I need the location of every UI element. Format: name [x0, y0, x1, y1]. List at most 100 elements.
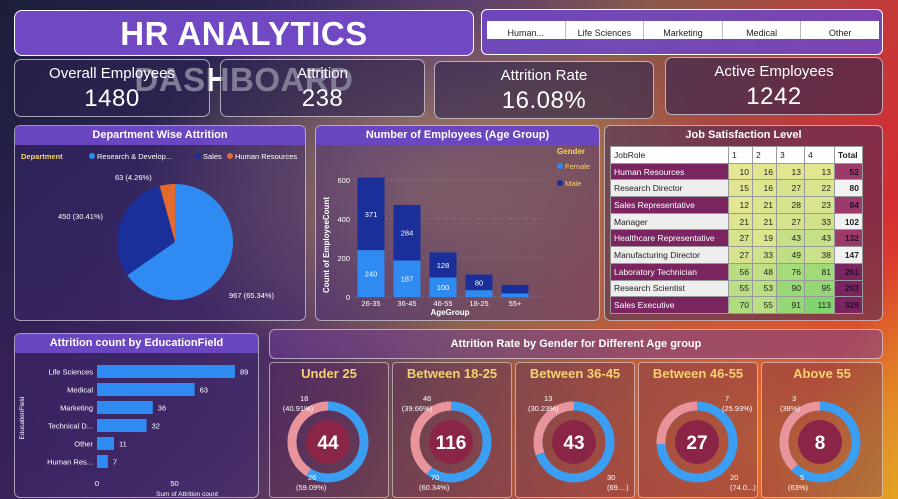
- table-row: Research Scientist 55 53 90 95 293: [610, 279, 863, 298]
- legend-label-female: Female: [565, 162, 590, 171]
- x-tick-label: 55+: [509, 299, 522, 308]
- donut-chart: 43 13(30.23%) 30(69....): [528, 394, 629, 492]
- education-field-slicer[interactable]: Human... Life Sciences Marketing Medical…: [481, 9, 883, 55]
- bar[interactable]: [97, 401, 153, 414]
- y-tick-label: 400: [337, 215, 350, 224]
- legend-label-male: Male: [565, 179, 581, 188]
- kpi-label: Overall Employees: [49, 65, 175, 82]
- gender-donut-card: Under 25 44 18 (40.91%) 26 (59.09%): [269, 362, 389, 498]
- bar-value-label: 36: [158, 404, 166, 413]
- table-row: Laboratory Technician 56 48 76 81 261: [610, 262, 863, 281]
- rating-cell: 33: [804, 212, 835, 231]
- donut-label-a-count: 18: [300, 394, 308, 403]
- legend-dot-research: [89, 153, 95, 159]
- rating-cell: 21: [752, 196, 777, 214]
- donut-total: 43: [563, 433, 584, 454]
- kpi-label: Attrition Rate: [500, 67, 588, 84]
- x-ticks: 0 50: [95, 479, 179, 488]
- job-role-cell: Human Resources: [610, 162, 729, 181]
- bar[interactable]: [97, 419, 147, 432]
- bar-value-label: 63: [200, 386, 208, 395]
- slicer-item[interactable]: Other: [801, 21, 879, 39]
- rating-cell: 70: [728, 296, 753, 314]
- kpi-value: 238: [301, 85, 344, 112]
- x-axis-label: AgeGroup: [430, 308, 469, 317]
- bar[interactable]: [97, 365, 235, 378]
- table-row: Sales Representative 12 21 28 23 84: [610, 196, 863, 214]
- kpi-attrition-rate: Attrition Rate 16.08%: [434, 61, 654, 119]
- donut-label-a-pct: (38%): [780, 404, 801, 413]
- department-pie-chart: Department Research & Develop... Sales H…: [21, 152, 297, 300]
- donut-label-a-pct: (40.91%): [283, 404, 314, 413]
- total-cell: 261: [834, 262, 863, 281]
- total-cell: 293: [834, 279, 863, 298]
- kpi-attrition: Attrition 238: [220, 59, 425, 117]
- rating-cell: 13: [776, 162, 805, 181]
- x-ticks: 26-35 36-45 46-55 18-25 55+: [361, 299, 522, 308]
- slicer-item[interactable]: Life Sciences: [566, 21, 645, 39]
- rating-cell: 22: [804, 179, 835, 198]
- donut-label-b-pct: (63%): [788, 483, 809, 492]
- y-tick-label: Medical: [67, 386, 93, 395]
- pie-label-research: 967 (65.34%): [229, 291, 275, 300]
- bar-female[interactable]: [501, 293, 529, 297]
- x-tick-label: 46-55: [433, 299, 452, 308]
- legend-title: Gender: [557, 147, 585, 156]
- rating-cell: 13: [804, 162, 835, 181]
- kpi-label: Attrition: [297, 65, 348, 82]
- table-row: Human Resources 10 16 13 13 52: [610, 162, 863, 181]
- x-tick-label: 0: [95, 479, 99, 488]
- job-role-cell: Sales Executive: [610, 296, 729, 314]
- rating-cell: 55: [752, 296, 777, 314]
- kpi-value: 1242: [746, 83, 802, 110]
- donut-label-b-pct: (74.0...): [730, 483, 756, 492]
- donut-chart: 116 46(39.66%) 70(60.34%): [402, 394, 492, 492]
- panel-title: Number of Employees (Age Group): [316, 126, 599, 145]
- bar-male[interactable]: [501, 284, 529, 294]
- rating-cell: 49: [776, 246, 805, 264]
- donut-chart: 27 7(25.93%) 20(74.0...): [656, 394, 756, 492]
- total-cell: 84: [834, 196, 863, 214]
- bar-value-label: 89: [240, 368, 248, 377]
- job-satisfaction-panel: Job Satisfaction Level JobRole 1 2 3 4 Total …: [604, 125, 883, 321]
- donut-label-b-pct: (60.34%): [419, 483, 450, 492]
- rating-cell: 16: [752, 179, 777, 198]
- donut-label-b-pct: (69....): [607, 483, 629, 492]
- legend-label-research: Research & Develop...: [97, 152, 172, 161]
- y-tick-label: Other: [74, 440, 93, 449]
- bar[interactable]: [97, 383, 195, 396]
- donut-label-a-count: 3: [792, 394, 796, 403]
- panel-title: Attrition count by EducationField: [15, 334, 258, 353]
- total-cell: 80: [834, 179, 863, 198]
- donut-total: 44: [317, 433, 339, 454]
- rating-cell: 113: [804, 296, 835, 314]
- rating-cell: 21: [728, 212, 753, 231]
- donut-label-b-count: 70: [431, 473, 439, 482]
- bar[interactable]: [97, 455, 108, 468]
- age-group-bar-chart: Count of EmployeeCount AgeGroup Gender F…: [322, 147, 590, 317]
- rating-cell: 76: [776, 262, 805, 281]
- table-header-cell: 4: [804, 146, 835, 164]
- slicer-item[interactable]: Marketing: [644, 21, 723, 39]
- donut-label-b-count: 20: [730, 473, 738, 482]
- donut-label-a-pct: (25.93%): [722, 404, 753, 413]
- x-tick-label: 18-25: [469, 299, 488, 308]
- job-role-cell: Manager: [610, 212, 729, 231]
- rating-cell: 27: [776, 212, 805, 231]
- bar-label-female: 100: [437, 283, 450, 292]
- job-role-cell: Research Scientist: [610, 279, 729, 298]
- education-field-panel: Attrition count by EducationField Educat…: [14, 333, 259, 498]
- total-cell: 329: [834, 296, 863, 314]
- age-group-panel: Number of Employees (Age Group) Count of…: [315, 125, 600, 321]
- legend-title: Department: [21, 152, 63, 161]
- slicer-item[interactable]: Medical: [723, 21, 802, 39]
- kpi-label: Active Employees: [714, 63, 834, 80]
- bar[interactable]: [97, 437, 115, 450]
- bar-label-female: 240: [365, 270, 378, 279]
- kpi-value: 16.08%: [501, 87, 587, 114]
- rating-cell: 28: [776, 196, 805, 214]
- slicer-item[interactable]: Human...: [487, 21, 566, 39]
- bar-female[interactable]: [465, 290, 493, 297]
- rating-cell: 10: [728, 162, 753, 181]
- bar-value-label: 32: [152, 422, 160, 431]
